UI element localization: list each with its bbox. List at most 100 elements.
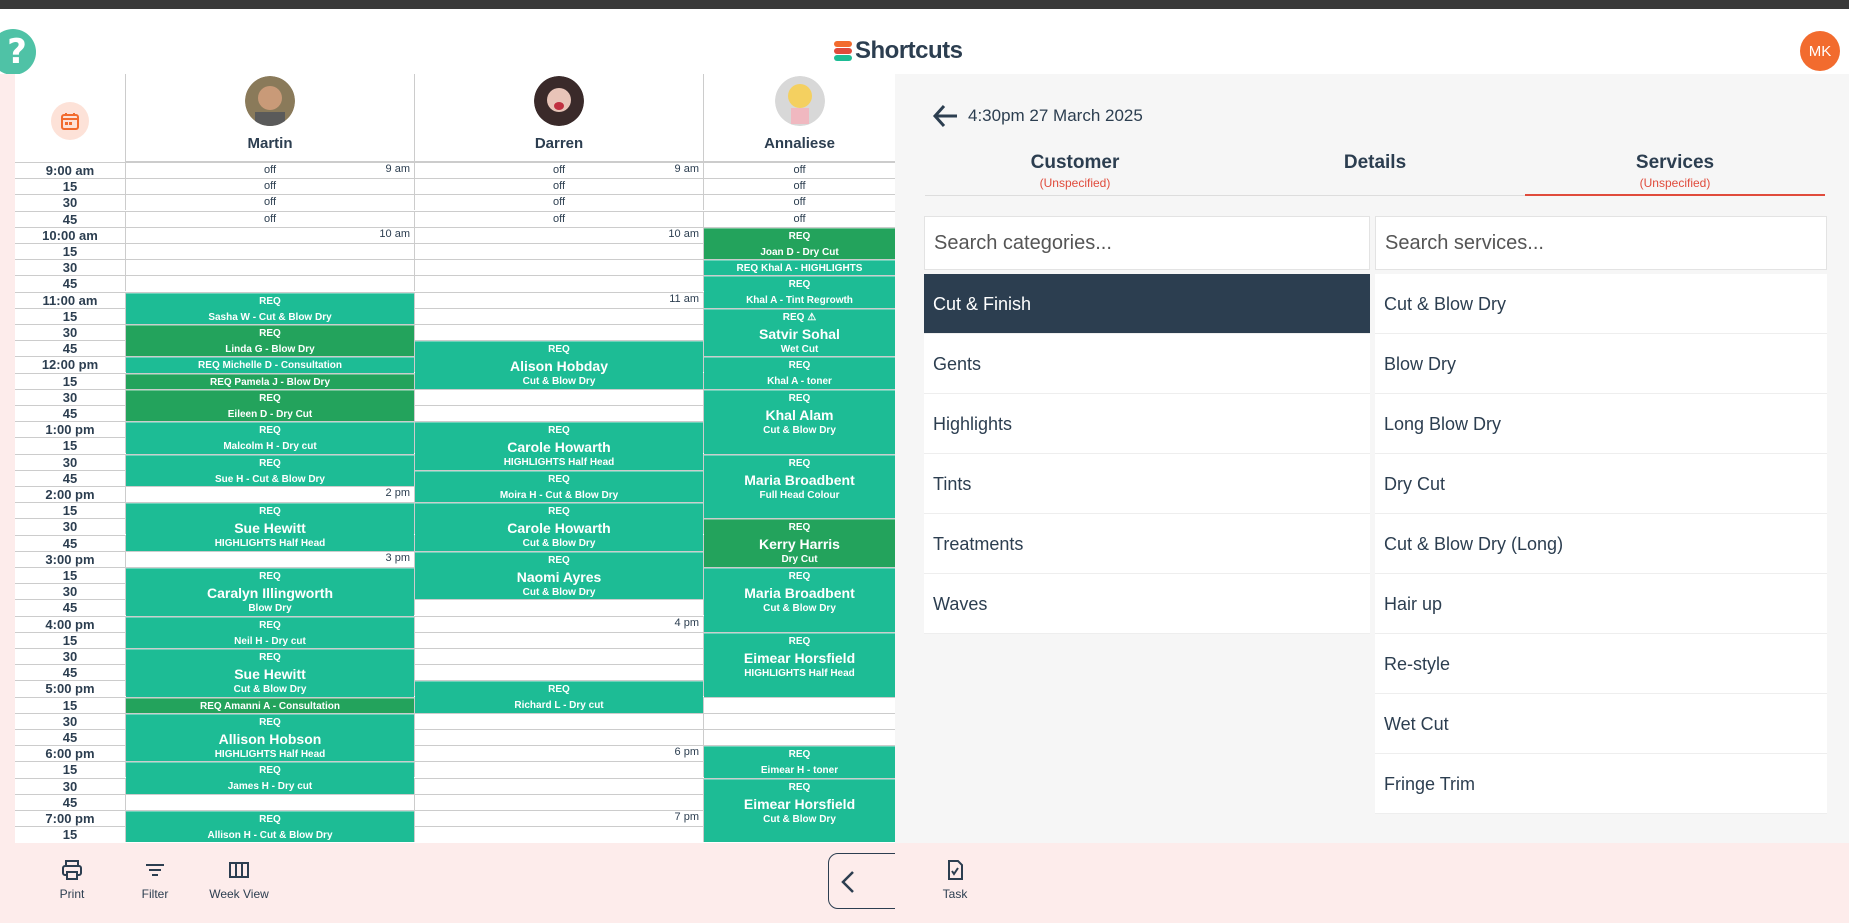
time-slot[interactable]	[125, 243, 414, 259]
time-slot[interactable]: off	[414, 162, 703, 178]
appointment-block[interactable]: REQ Joan D - Dry Cut	[704, 227, 895, 260]
time-slot[interactable]	[414, 275, 703, 292]
time-slot[interactable]	[414, 631, 703, 648]
time-slot[interactable]	[414, 307, 703, 324]
category-search-input[interactable]	[924, 216, 1370, 270]
service-item[interactable]: Wet Cut	[1375, 694, 1827, 754]
staff-column-header[interactable]: Darren	[414, 74, 703, 162]
appointment-block[interactable]: REQ Amanni A - Consultation	[126, 697, 414, 713]
appointment-block[interactable]: REQ Khal A - Tint Regrowth	[704, 276, 895, 308]
print-button[interactable]: Print	[52, 859, 92, 901]
category-item[interactable]: Cut & Finish	[924, 274, 1370, 334]
time-slot[interactable]	[414, 243, 703, 259]
help-button[interactable]: ?	[0, 29, 36, 75]
time-slot[interactable]	[414, 745, 703, 762]
time-slot[interactable]	[414, 729, 703, 745]
category-item[interactable]: Gents	[924, 334, 1370, 394]
time-slot[interactable]	[414, 648, 703, 664]
tab-services[interactable]: Services (Unspecified)	[1525, 152, 1825, 196]
appointment-block[interactable]: REQ Eimear Horsfield HIGHLIGHTS Half Head	[704, 632, 895, 697]
service-item[interactable]: Re-style	[1375, 634, 1827, 694]
appointment-block[interactable]: REQ Maria Broadbent Full Head Colour	[704, 454, 895, 519]
appointment-block[interactable]: REQ Neil H - Dry cut	[126, 616, 414, 648]
time-slot[interactable]	[414, 291, 703, 308]
time-slot[interactable]: off	[414, 194, 703, 211]
appointment-block[interactable]: REQ ⚠ Satvir Sohal Wet Cut	[704, 308, 895, 357]
appointment-block[interactable]: REQ Eimear Horsfield Cut & Blow Dry	[704, 778, 895, 843]
time-slot[interactable]: off	[703, 178, 895, 195]
time-slot[interactable]	[414, 599, 703, 616]
appointment-block[interactable]: REQ Alison Hobday Cut & Blow Dry	[415, 341, 703, 389]
date-picker-button[interactable]	[51, 102, 89, 140]
week-view-button[interactable]: Week View	[205, 859, 273, 901]
appointment-block[interactable]: REQ Sue H - Cut & Blow Dry	[126, 454, 414, 486]
time-slot[interactable]	[414, 405, 703, 421]
appointment-block[interactable]: REQ Allison H - Cut & Blow Dry	[126, 811, 414, 843]
time-slot[interactable]	[125, 550, 414, 567]
back-arrow-icon[interactable]	[931, 102, 959, 130]
category-item[interactable]: Treatments	[924, 514, 1370, 574]
appointment-block[interactable]: REQ Sasha W - Cut & Blow Dry	[126, 292, 414, 324]
time-slot[interactable]	[125, 226, 414, 243]
service-item[interactable]: Dry Cut	[1375, 454, 1827, 514]
time-slot[interactable]: off	[125, 162, 414, 178]
appointment-block[interactable]: REQ Sue Hewitt HIGHLIGHTS Half Head	[126, 503, 414, 551]
appointment-block[interactable]: REQ Khal A - HIGHLIGHTS	[704, 260, 895, 276]
appointment-block[interactable]: REQ Caralyn Illingworth Blow Dry	[126, 568, 414, 616]
service-item[interactable]: Cut & Blow Dry	[1375, 274, 1827, 334]
time-slot[interactable]: off	[125, 210, 414, 227]
tab-details[interactable]: Details	[1225, 152, 1525, 196]
service-item[interactable]: Hair up	[1375, 574, 1827, 634]
time-slot[interactable]	[414, 826, 703, 843]
time-slot[interactable]	[125, 486, 414, 502]
time-slot[interactable]	[703, 696, 895, 713]
appointment-block[interactable]: REQ Malcolm H - Dry cut	[126, 422, 414, 454]
time-slot[interactable]: off	[703, 194, 895, 211]
time-slot[interactable]	[414, 810, 703, 826]
category-item[interactable]: Highlights	[924, 394, 1370, 454]
appointment-block[interactable]: REQ Richard L - Dry cut	[415, 681, 703, 713]
tab-customer[interactable]: Customer (Unspecified)	[925, 152, 1225, 196]
time-slot[interactable]	[414, 388, 703, 405]
appointment-block[interactable]: REQ Michelle D - Consultation	[126, 357, 414, 373]
service-item[interactable]: Long Blow Dry	[1375, 394, 1827, 454]
time-slot[interactable]: off	[414, 178, 703, 195]
time-slot[interactable]: off	[703, 210, 895, 227]
time-slot[interactable]	[414, 664, 703, 681]
time-slot[interactable]	[414, 259, 703, 276]
time-slot[interactable]: off	[125, 194, 414, 211]
time-slot[interactable]	[703, 729, 895, 745]
user-avatar[interactable]: MK	[1800, 31, 1840, 71]
time-slot[interactable]	[703, 712, 895, 729]
category-item[interactable]: Tints	[924, 454, 1370, 514]
appointment-block[interactable]: REQ Khal Alam Cut & Blow Dry	[704, 389, 895, 454]
time-slot[interactable]	[414, 712, 703, 729]
service-item[interactable]: Cut & Blow Dry (Long)	[1375, 514, 1827, 574]
appointment-block[interactable]: REQ James H - Dry cut	[126, 762, 414, 794]
time-slot[interactable]	[414, 777, 703, 794]
staff-column-header[interactable]: Annaliese	[703, 74, 895, 162]
appointment-block[interactable]: REQ Eimear H - toner	[704, 746, 895, 778]
appointment-block[interactable]: REQ Allison Hobson HIGHLIGHTS Half Head	[126, 713, 414, 762]
appointment-block[interactable]: REQ Kerry Harris Dry Cut	[704, 519, 895, 567]
filter-button[interactable]: Filter	[135, 859, 175, 901]
appointment-block[interactable]: REQ Sue Hewitt Cut & Blow Dry	[126, 649, 414, 697]
time-slot[interactable]: off	[125, 178, 414, 195]
time-slot[interactable]	[125, 793, 414, 810]
appointment-block[interactable]: REQ Khal A - toner	[704, 357, 895, 389]
service-item[interactable]: Fringe Trim	[1375, 754, 1827, 814]
appointment-block[interactable]: REQ Moira H - Cut & Blow Dry	[415, 470, 703, 503]
time-slot[interactable]	[414, 324, 703, 340]
time-slot[interactable]	[125, 275, 414, 292]
appointment-block[interactable]: REQ Linda G - Blow Dry	[126, 325, 414, 357]
time-slot[interactable]: off	[414, 210, 703, 227]
appointment-block[interactable]: REQ Pamela J - Blow Dry	[126, 373, 414, 389]
staff-column-header[interactable]: Martin	[125, 74, 414, 162]
service-item[interactable]: Blow Dry	[1375, 334, 1827, 394]
category-item[interactable]: Waves	[924, 574, 1370, 634]
appointment-block[interactable]: REQ Carole Howarth HIGHLIGHTS Half Head	[415, 422, 703, 470]
time-slot[interactable]	[414, 793, 703, 810]
time-slot[interactable]	[414, 761, 703, 778]
service-search-input[interactable]	[1375, 216, 1827, 270]
time-slot[interactable]	[414, 226, 703, 243]
